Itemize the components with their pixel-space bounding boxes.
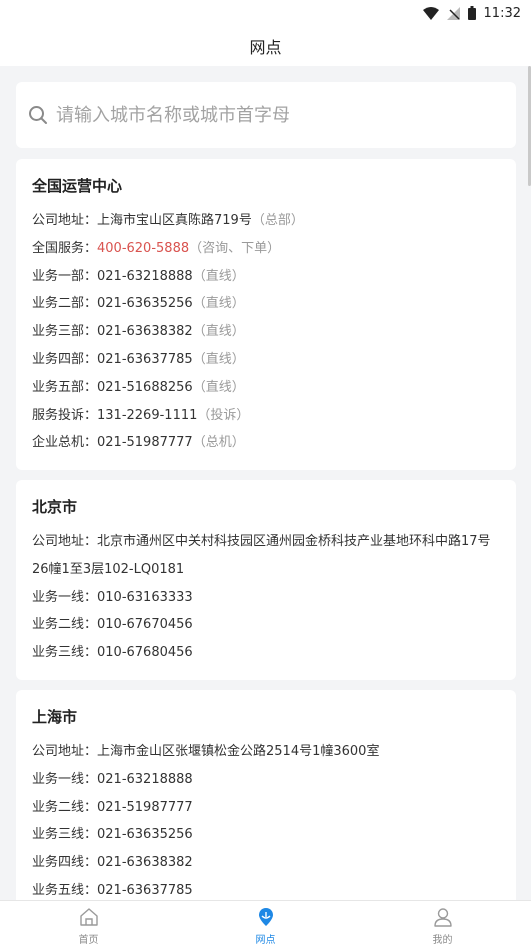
branch-card-national: 全国运营中心 公司地址：上海市宝山区真陈路719号（总部） 全国服务：400-6… bbox=[16, 159, 516, 470]
tab-profile[interactable]: 我的 bbox=[354, 901, 531, 951]
card-title: 上海市 bbox=[32, 708, 78, 726]
info-row-complaint[interactable]: 服务投诉：131-2269-1111（投诉） bbox=[32, 402, 500, 430]
info-row-phone[interactable]: 业务五线：021-63637785 bbox=[32, 877, 500, 900]
info-row-phone[interactable]: 业务四线：021-63638382 bbox=[32, 849, 500, 877]
info-row-switchboard[interactable]: 企业总机：021-51987777（总机） bbox=[32, 429, 500, 457]
tab-label: 网点 bbox=[255, 935, 276, 946]
info-row-phone[interactable]: 业务一部：021-63218888（直线） bbox=[32, 263, 500, 291]
page-title: 网点 bbox=[249, 38, 282, 57]
status-bar: 11:32 bbox=[0, 0, 531, 26]
status-time: 11:32 bbox=[483, 5, 521, 21]
info-row-phone[interactable]: 业务二线：021-51987777 bbox=[32, 794, 500, 822]
tab-branches[interactable]: 网点 bbox=[177, 901, 354, 951]
home-icon bbox=[79, 908, 98, 926]
info-row-phone[interactable]: 业务四部：021-63637785（直线） bbox=[32, 346, 500, 374]
nav-bar: 网点 bbox=[0, 26, 531, 66]
info-row-phone[interactable]: 业务一线：021-63218888 bbox=[32, 766, 500, 794]
info-row-phone[interactable]: 业务五部：021-51688256（直线） bbox=[32, 374, 500, 402]
info-row-hotline[interactable]: 全国服务：400-620-5888（咨询、下单） bbox=[32, 235, 500, 263]
no-signal-icon bbox=[446, 6, 460, 20]
search-icon bbox=[29, 106, 47, 124]
wifi-icon bbox=[422, 6, 439, 20]
info-row-address: 公司地址：上海市宝山区真陈路719号（总部） bbox=[32, 213, 304, 228]
branch-card-shanghai: 上海市 公司地址：上海市金山区张堰镇松金公路2514号1幢3600室 业务一线：… bbox=[16, 690, 516, 900]
tab-label: 我的 bbox=[432, 935, 453, 946]
info-row-phone[interactable]: 业务三线：010-67680456 bbox=[32, 639, 500, 667]
card-title: 北京市 bbox=[32, 498, 78, 516]
tab-home[interactable]: 首页 bbox=[0, 901, 177, 951]
user-icon bbox=[433, 908, 452, 927]
battery-icon bbox=[467, 6, 476, 20]
info-row-address: 公司地址：上海市金山区张堰镇松金公路2514号1幢3600室 bbox=[32, 744, 380, 759]
location-icon bbox=[258, 908, 273, 926]
info-row-phone[interactable]: 业务一线：010-63163333 bbox=[32, 584, 500, 612]
bottom-tab-bar: 首页 网点 我的 bbox=[0, 900, 531, 951]
search-box[interactable] bbox=[16, 82, 516, 148]
info-row-phone[interactable]: 业务三部：021-63638382（直线） bbox=[32, 318, 500, 346]
info-row-phone[interactable]: 业务二部：021-63635256（直线） bbox=[32, 290, 500, 318]
info-row-address: 公司地址：北京市通州区中关村科技园区通州园金桥科技产业基地环科中路17号26幢1… bbox=[32, 534, 491, 577]
card-title: 全国运营中心 bbox=[32, 177, 123, 195]
branch-card-beijing: 北京市 公司地址：北京市通州区中关村科技园区通州园金桥科技产业基地环科中路17号… bbox=[16, 480, 516, 680]
content-scroll-area[interactable]: 全国运营中心 公司地址：上海市宝山区真陈路719号（总部） 全国服务：400-6… bbox=[0, 66, 531, 900]
tab-label: 首页 bbox=[78, 935, 99, 946]
info-row-phone[interactable]: 业务三线：021-63635256 bbox=[32, 821, 500, 849]
info-row-phone[interactable]: 业务二线：010-67670456 bbox=[32, 611, 500, 639]
search-input[interactable] bbox=[56, 104, 496, 126]
hotline-number: 400-620-5888 bbox=[97, 240, 190, 256]
